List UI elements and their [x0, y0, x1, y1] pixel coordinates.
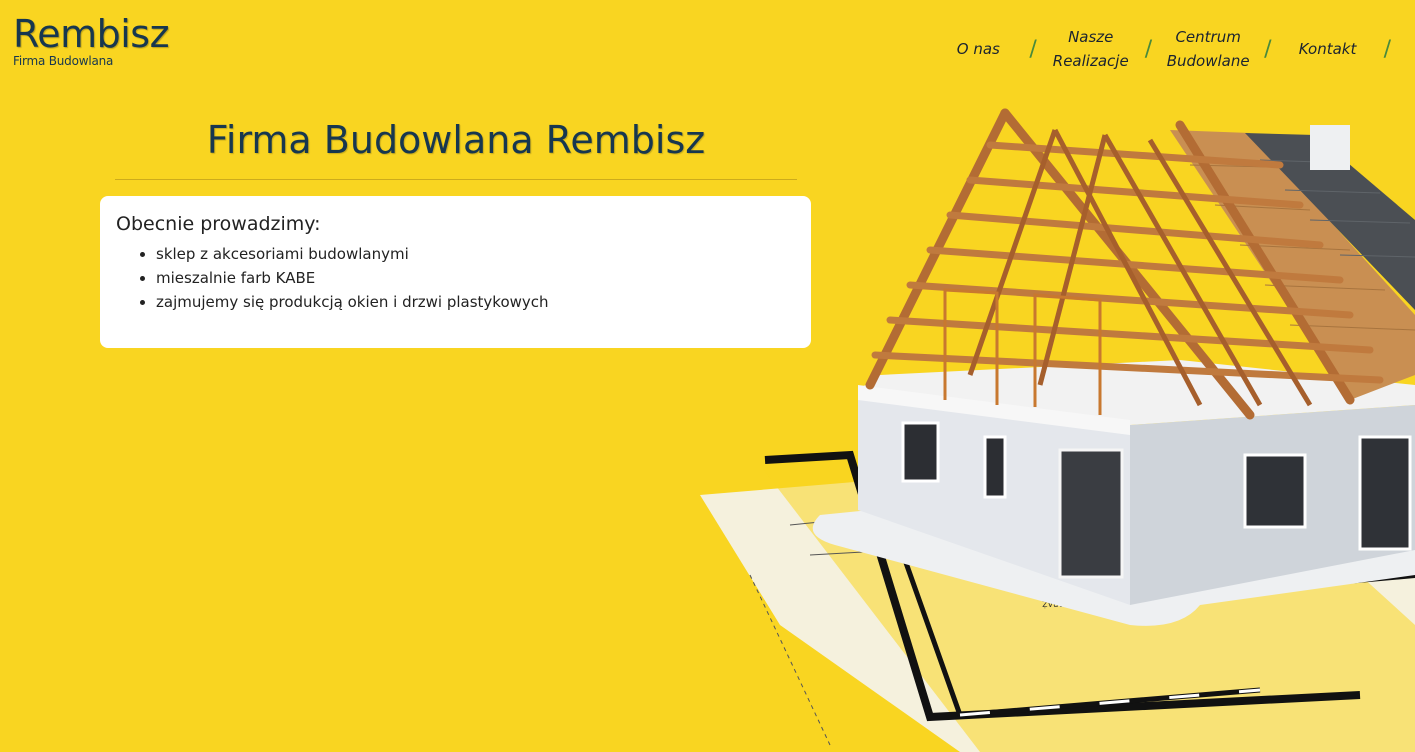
nav-separator: /: [1144, 36, 1153, 62]
nav-separator: /: [1383, 36, 1391, 62]
nav-item-label: O nas: [956, 40, 1000, 58]
nav-item-centrum-budowlane[interactable]: Centrum Budowlane: [1160, 25, 1256, 73]
nav-item-nasze-realizacje[interactable]: Nasze Realizacje: [1045, 25, 1137, 73]
nav-item-label-line2: Budowlane: [1166, 52, 1250, 70]
nav-separator: /: [1029, 36, 1037, 62]
logo[interactable]: Rembisz Firma Budowlana: [13, 12, 170, 68]
house-under-construction-illustration: GARAŻ: [700, 108, 1415, 752]
main-nav: O nas / Nasze Realizacje / Centrum Budow…: [935, 26, 1399, 72]
nav-item-label-line1: Centrum: [1175, 28, 1241, 46]
nav-item-label: Kontakt: [1298, 40, 1357, 58]
logo-tagline: Firma Budowlana: [13, 54, 114, 68]
nav-item-label-line1: Nasze: [1068, 28, 1114, 46]
logo-title: Rembisz: [13, 12, 170, 56]
nav-item-o-nas[interactable]: O nas: [935, 37, 1021, 61]
nav-item-label-line2: Realizacje: [1052, 52, 1129, 70]
roof-icon: [865, 108, 1415, 420]
nav-item-kontakt[interactable]: Kontakt: [1280, 37, 1376, 61]
nav-separator: /: [1264, 36, 1272, 62]
